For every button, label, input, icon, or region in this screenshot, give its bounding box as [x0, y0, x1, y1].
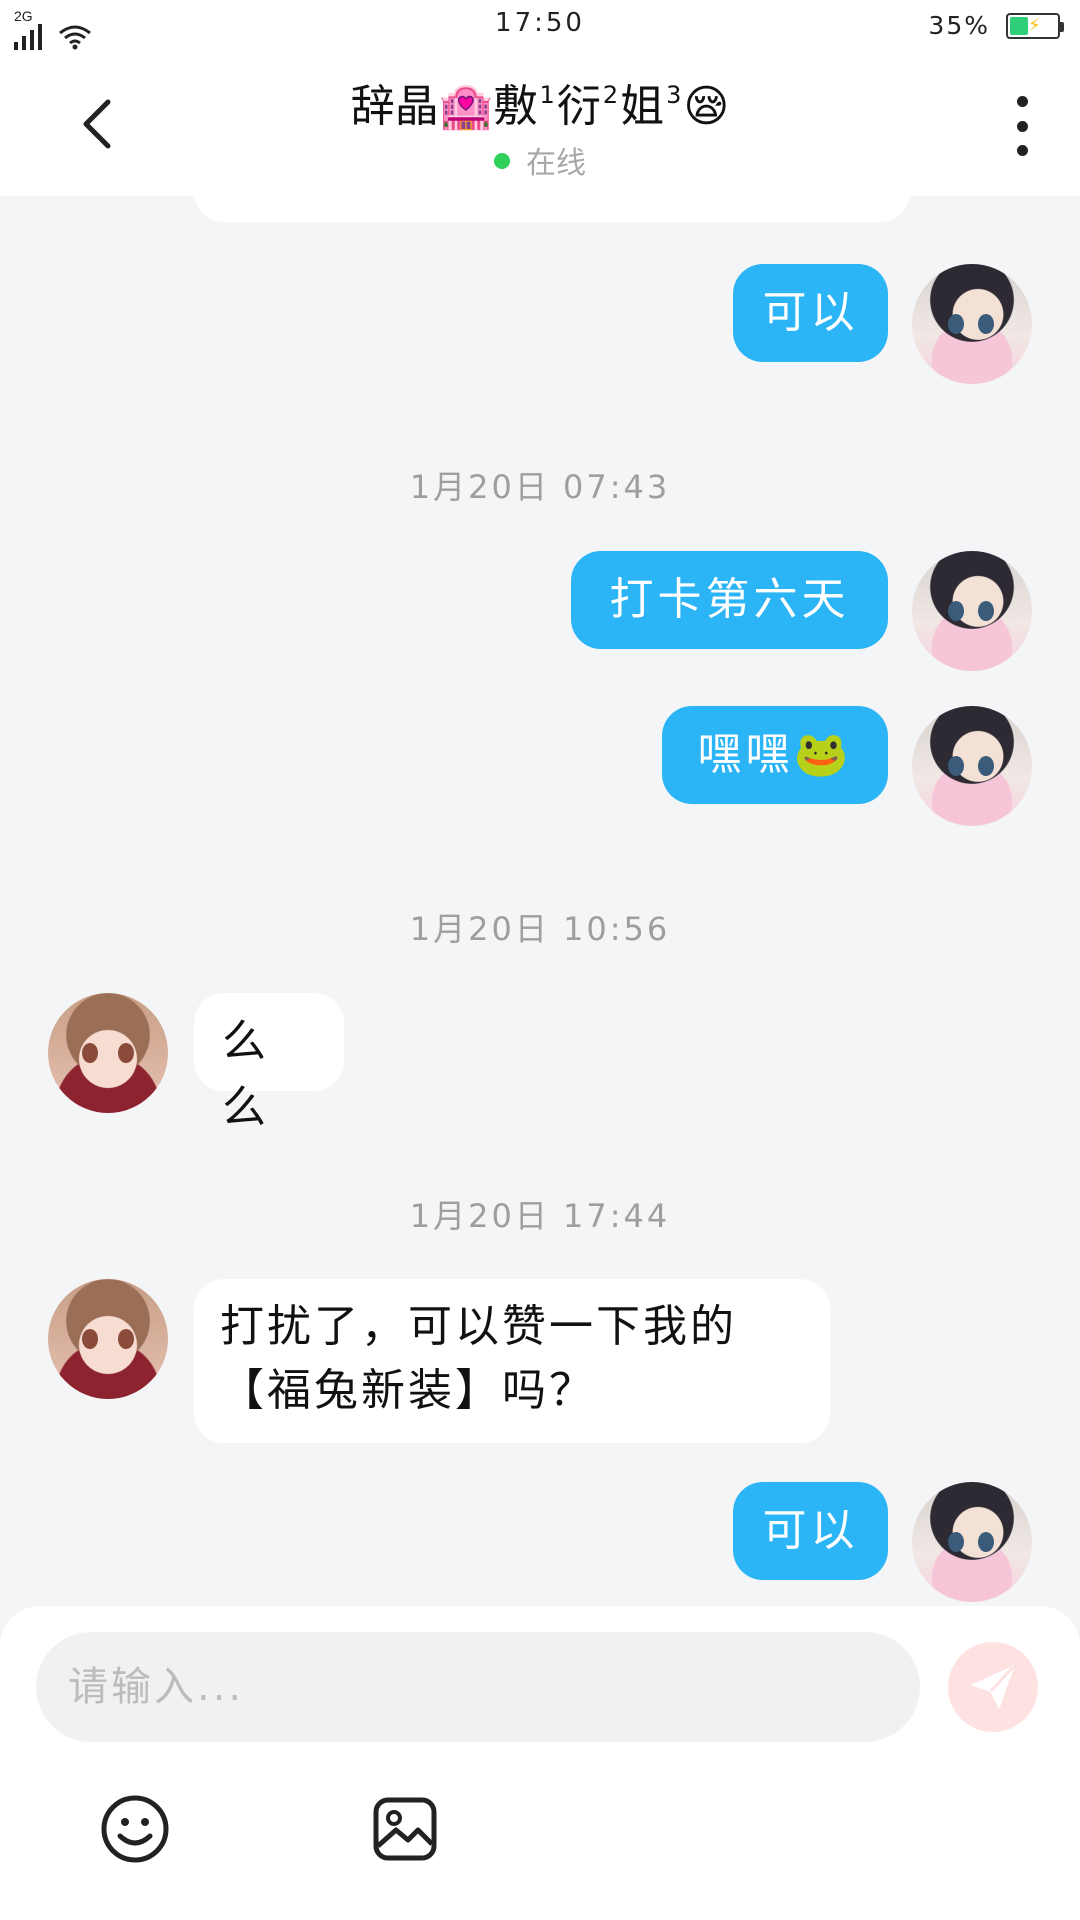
name-superscript: 2 — [602, 81, 619, 109]
contact-name: 辞晶🏩敷1衍2姐3😪 — [160, 70, 920, 134]
battery-fill — [1010, 16, 1028, 35]
name-superscript: 1 — [539, 81, 555, 109]
message-bubble-outgoing[interactable]: 可以 — [733, 1482, 888, 1580]
timestamp: 1月20日 07:43 — [409, 468, 671, 506]
send-button[interactable] — [948, 1642, 1038, 1732]
message-bubble-outgoing[interactable]: 嘿嘿🐸 — [662, 706, 888, 804]
message-list[interactable]: … 可以 1月20日 07:43 打卡第六天 嘿嘿🐸 1月20日 10:56 么… — [0, 196, 1080, 1606]
message-text-line: 打扰了，可以赞一下我的 — [220, 1301, 737, 1352]
avatar[interactable] — [48, 1279, 168, 1399]
message-text: 么么 — [222, 1016, 270, 1133]
avatar[interactable] — [912, 551, 1032, 671]
avatar[interactable] — [48, 993, 168, 1113]
message-bubble-incoming[interactable]: 打扰了，可以赞一下我的 【福兔新装】吗？ — [194, 1279, 830, 1443]
smiley-icon[interactable] — [100, 1794, 170, 1864]
message-text: 嘿嘿🐸 — [697, 729, 853, 780]
avatar[interactable] — [912, 706, 1032, 826]
name-part: 衍 — [556, 81, 601, 132]
charging-bolt-icon: ⚡ — [1028, 14, 1041, 36]
message-text: 可以 — [762, 1505, 859, 1556]
message-bubble-incoming[interactable]: … — [194, 196, 910, 222]
online-status: 在线 — [0, 138, 1080, 182]
message-text: 可以 — [762, 287, 859, 338]
message-input[interactable] — [66, 1663, 920, 1711]
message-text-line: 【福兔新装】吗？ — [220, 1365, 596, 1416]
online-dot-icon — [494, 153, 510, 169]
timestamp: 1月20日 17:44 — [409, 1197, 671, 1235]
composer — [0, 1606, 1080, 1920]
battery-icon: ⚡ — [1006, 12, 1064, 39]
message-input-container[interactable] — [36, 1632, 920, 1742]
status-bar: 2G 17:50 35% ⚡ — [0, 0, 1080, 52]
name-part: 姐 — [620, 81, 665, 132]
chat-header: 辞晶🏩敷1衍2姐3😪 在线 — [0, 52, 1080, 196]
name-superscript: 3 — [666, 81, 682, 109]
clock: 17:50 — [495, 8, 585, 38]
more-vertical-icon[interactable] — [1002, 96, 1042, 156]
message-bubble-incoming[interactable]: 么么 — [194, 993, 344, 1133]
image-icon[interactable] — [372, 1796, 438, 1862]
name-part: 辞晶 — [350, 81, 439, 132]
avatar[interactable] — [912, 1482, 1032, 1602]
message-text: … — [224, 196, 272, 210]
send-icon — [972, 1665, 1015, 1708]
battery-indicator: 35% ⚡ — [928, 11, 1064, 40]
timestamp: 1月20日 10:56 — [409, 910, 671, 948]
love-hotel-emoji: 🏩 — [438, 81, 494, 132]
battery-percent: 35% — [928, 11, 990, 40]
message-text: 打卡第六天 — [609, 574, 850, 625]
message-bubble-outgoing[interactable]: 可以 — [733, 264, 888, 362]
sleepy-face-emoji: 😪 — [683, 81, 730, 132]
message-bubble-outgoing[interactable]: 打卡第六天 — [571, 551, 888, 649]
name-part: 敷 — [493, 81, 538, 132]
online-status-label: 在线 — [526, 146, 586, 181]
avatar[interactable] — [912, 264, 1032, 384]
